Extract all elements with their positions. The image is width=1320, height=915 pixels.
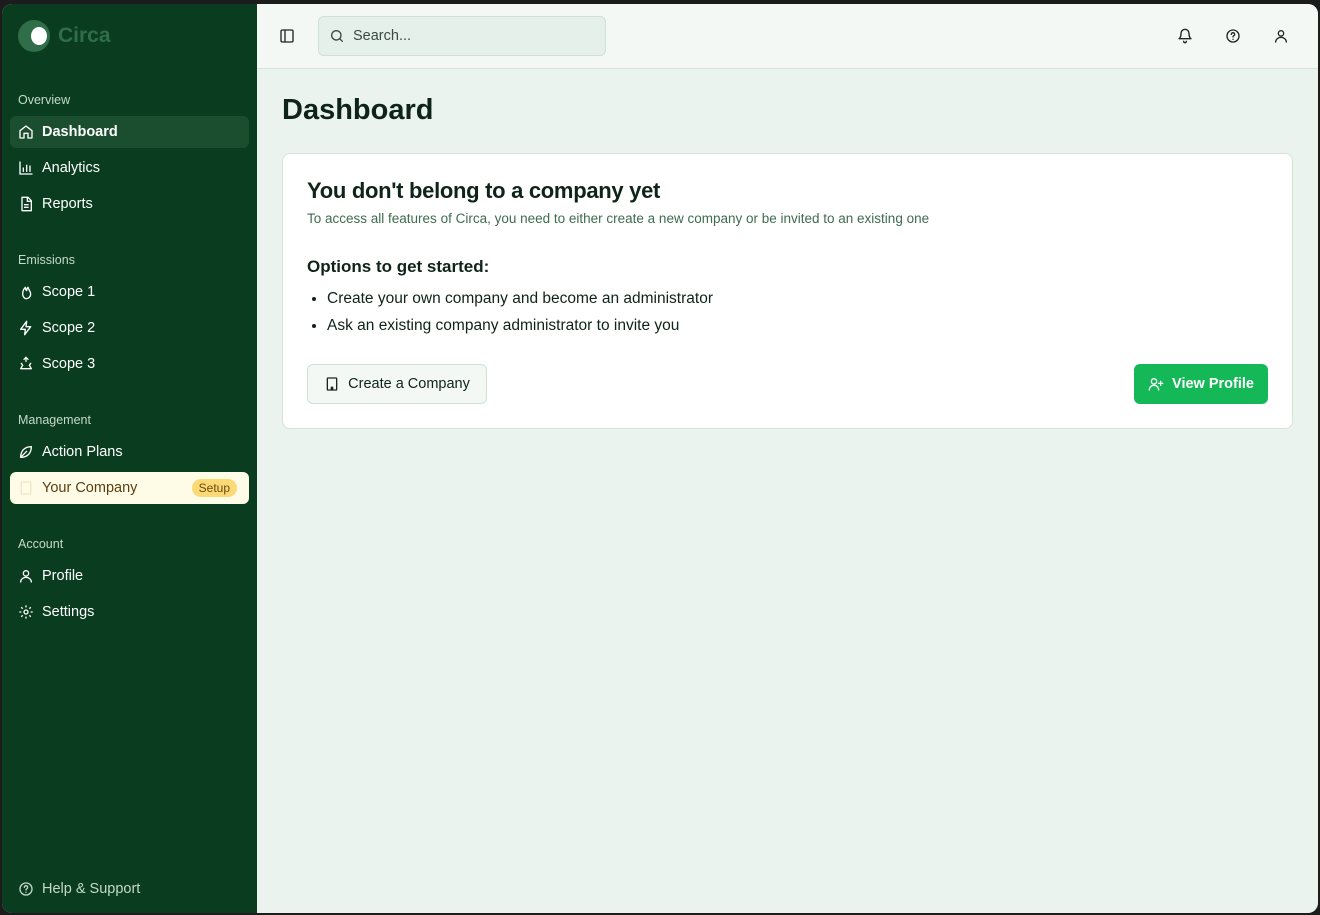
help-icon[interactable] [1225, 28, 1241, 44]
sidebar-item-analytics[interactable]: Analytics [10, 152, 249, 184]
search-icon [329, 28, 345, 44]
circa-logo-icon [18, 20, 50, 52]
sidebar-item-scope-1[interactable]: Scope 1 [10, 276, 249, 308]
zap-icon [18, 320, 34, 336]
sidebar-item-dashboard[interactable]: Dashboard [10, 116, 249, 148]
card-description: To access all features of Circa, you nee… [307, 211, 930, 226]
search-box[interactable] [318, 16, 606, 56]
file-text-icon [18, 196, 34, 212]
sidebar-item-scope-2[interactable]: Scope 2 [10, 312, 249, 344]
section-label-emissions: Emissions [18, 253, 75, 267]
brand-name: Circa [58, 24, 111, 47]
search-input[interactable] [353, 28, 583, 44]
page-title: Dashboard [282, 94, 434, 126]
help-support-label: Help & Support [42, 881, 141, 897]
main-area: Dashboard You don't belong to a company … [257, 4, 1318, 913]
create-company-label: Create a Company [348, 376, 470, 392]
section-label-management: Management [18, 413, 91, 427]
options-list: Create your own company and become an ad… [327, 290, 713, 344]
create-company-button[interactable]: Create a Company [307, 364, 487, 404]
sidebar-item-label: Your Company [42, 480, 138, 496]
sidebar-item-label: Action Plans [42, 444, 123, 460]
sidebar-item-profile[interactable]: Profile [10, 560, 249, 592]
sidebar-item-label: Dashboard [42, 124, 118, 140]
home-icon [18, 124, 34, 140]
bar-chart-icon [18, 160, 34, 176]
sidebar-item-label: Settings [42, 604, 95, 620]
sidebar-item-action-plans[interactable]: Action Plans [10, 436, 249, 468]
list-item: Create your own company and become an ad… [327, 290, 713, 308]
sidebar: Circa Overview Dashboard Analytics Repor… [2, 4, 257, 913]
view-profile-button[interactable]: View Profile [1134, 364, 1268, 404]
sidebar-item-label: Profile [42, 568, 84, 584]
user-plus-icon [1148, 376, 1164, 392]
user-account-icon[interactable] [1273, 28, 1289, 44]
help-support-link[interactable]: Help & Support [18, 881, 140, 897]
sidebar-item-settings[interactable]: Settings [10, 596, 249, 628]
setup-badge: Setup [191, 479, 237, 497]
sidebar-item-your-company[interactable]: Your Company Setup [10, 472, 249, 504]
app-window: Circa Overview Dashboard Analytics Repor… [2, 4, 1318, 913]
sidebar-item-label: Scope 2 [42, 320, 96, 336]
view-profile-label: View Profile [1172, 376, 1254, 392]
sidebar-item-label: Analytics [42, 160, 101, 176]
building-icon [18, 480, 34, 496]
no-company-card: You don't belong to a company yet To acc… [282, 153, 1293, 429]
topbar [257, 4, 1318, 69]
sidebar-item-label: Reports [42, 196, 93, 212]
sidebar-item-label: Scope 3 [42, 356, 96, 372]
list-item: Ask an existing company administrator to… [327, 317, 713, 335]
sidebar-item-scope-3[interactable]: Scope 3 [10, 348, 249, 380]
sidebar-item-reports[interactable]: Reports [10, 188, 249, 220]
help-circle-icon [18, 881, 34, 897]
brand[interactable]: Circa [18, 20, 111, 52]
bell-icon[interactable] [1177, 28, 1193, 44]
options-heading: Options to get started: [307, 257, 490, 276]
recycle-icon [18, 356, 34, 372]
leaf-icon [18, 444, 34, 460]
sidebar-item-label: Scope 1 [42, 284, 96, 300]
card-title: You don't belong to a company yet [307, 178, 661, 203]
flame-icon [18, 284, 34, 300]
section-label-overview: Overview [18, 93, 71, 107]
section-label-account: Account [18, 537, 64, 551]
sidebar-toggle-icon[interactable] [279, 28, 295, 44]
gear-icon [18, 604, 34, 620]
building-icon [324, 376, 340, 392]
user-icon [18, 568, 34, 584]
